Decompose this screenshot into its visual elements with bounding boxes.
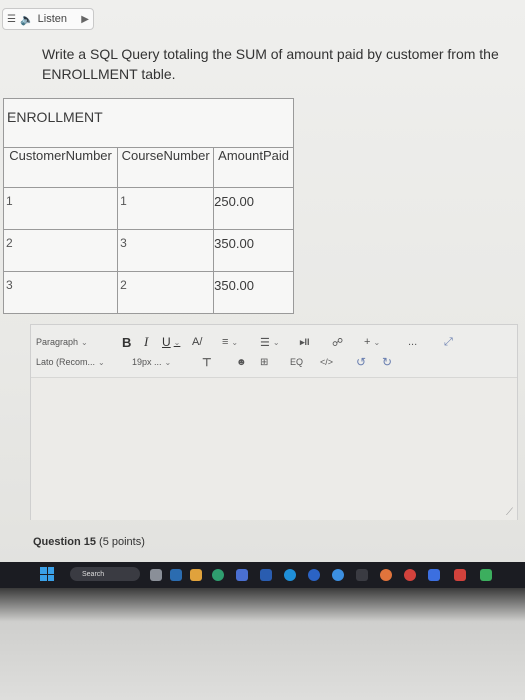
chevron-down-icon: ⌄ <box>98 357 105 367</box>
app-icon[interactable] <box>404 569 416 581</box>
chevron-down-icon: ⌄ <box>173 337 181 347</box>
table-header-row: CustomerNumber CourseNumber AmountPaid <box>2 147 294 188</box>
app-icon[interactable] <box>284 569 296 581</box>
expand-icon[interactable]: ⤢ <box>444 336 453 349</box>
table-row: 3 2 350.00 <box>2 271 294 314</box>
app-icon[interactable] <box>428 569 440 581</box>
mail-icon[interactable] <box>260 569 272 581</box>
chevron-down-icon: ⌄ <box>164 357 172 367</box>
resize-handle-icon[interactable]: ⟋ <box>506 507 513 518</box>
equation-icon[interactable]: EQ <box>290 357 303 367</box>
column-header: AmountPaid <box>213 147 294 188</box>
editor-toolbar-row-2: Lato (Recom... ⌄ 19px ... ⌄ ⊤ ☻ ⊞ EQ </> ↺… <box>36 351 514 373</box>
table-cell: 1 <box>2 187 119 230</box>
app-icon[interactable] <box>332 569 344 581</box>
menu-icon: ☰ <box>7 13 16 25</box>
table-cell: 3 <box>2 271 119 314</box>
file-explorer-icon[interactable] <box>190 569 202 581</box>
app-icon[interactable] <box>454 569 466 581</box>
table-cell: 350.00 <box>213 229 294 272</box>
align-icon[interactable]: ≡ ⌄ <box>222 336 238 348</box>
table-cell: 350.00 <box>213 271 294 314</box>
column-header: CourseNumber <box>117 147 215 188</box>
chevron-down-icon: ⌄ <box>81 337 88 347</box>
insert-plus-button[interactable]: + ⌄ <box>364 336 380 348</box>
text-color-icon[interactable]: A/ <box>192 336 202 348</box>
answer-text-area[interactable]: ⟋ <box>31 377 517 520</box>
listen-button[interactable]: ☰ 🔈 Listen ▶ <box>2 8 94 30</box>
windows-start-icon[interactable] <box>40 567 54 581</box>
task-view-icon[interactable] <box>150 569 162 581</box>
question-text: Write a SQL Query totaling the SUM of am… <box>42 46 499 82</box>
quiz-page: ☰ 🔈 Listen ▶ Write a SQL Query totaling … <box>0 0 525 568</box>
app-icon[interactable] <box>308 569 320 581</box>
table-row: 1 1 250.00 <box>2 187 294 230</box>
redo-icon[interactable]: ↻ <box>382 355 392 369</box>
enrollment-table: ENROLLMENT CustomerNumber CourseNumber A… <box>2 98 294 314</box>
bold-button[interactable]: B <box>122 335 131 350</box>
store-icon[interactable] <box>236 569 248 581</box>
editor-toolbar-row-1: Paragraph ⌄ B I U ⌄ A/ ≡ ⌄ ☰ ⌄ ▸II ☍ + ⌄ ... … <box>36 331 514 353</box>
emoji-icon[interactable]: ☻ <box>236 357 247 368</box>
table-cell: 250.00 <box>213 187 294 230</box>
edge-icon[interactable] <box>212 569 224 581</box>
list-icon[interactable]: ☰ ⌄ <box>260 336 280 349</box>
format-painter-icon[interactable]: ⊤ <box>202 356 212 369</box>
paragraph-dropdown[interactable]: Paragraph ⌄ <box>36 337 88 347</box>
laptop-bezel <box>0 588 525 700</box>
table-icon[interactable]: ⊞ <box>260 357 268 368</box>
question-number: Question 15 (5 points) <box>33 536 145 548</box>
undo-icon[interactable]: ↺ <box>356 355 366 369</box>
font-size-dropdown[interactable]: 19px ... ⌄ <box>132 357 171 367</box>
play-icon[interactable]: ▶ <box>81 14 89 25</box>
table-row: 2 3 350.00 <box>2 229 294 272</box>
more-options-button[interactable]: ... <box>408 336 417 348</box>
app-icon[interactable] <box>356 569 368 581</box>
rich-text-editor: Paragraph ⌄ B I U ⌄ A/ ≡ ⌄ ☰ ⌄ ▸II ☍ + ⌄ ... … <box>30 324 518 520</box>
table-cell: 1 <box>117 187 215 230</box>
app-icon[interactable] <box>480 569 492 581</box>
font-family-dropdown[interactable]: Lato (Recom... ⌄ <box>36 357 105 367</box>
code-button[interactable]: </> <box>320 357 333 367</box>
link-icon[interactable]: ☍ <box>332 336 343 349</box>
taskbar-search[interactable]: Search <box>70 567 140 581</box>
speaker-icon: 🔈 <box>19 13 34 26</box>
underline-button[interactable]: U ⌄ <box>162 335 180 349</box>
app-icon[interactable] <box>170 569 182 581</box>
table-cell: 2 <box>117 271 215 314</box>
italic-button[interactable]: I <box>144 334 148 350</box>
media-icon[interactable]: ▸II <box>300 337 310 348</box>
table-title: ENROLLMENT <box>3 98 294 148</box>
listen-label: Listen <box>37 13 68 25</box>
table-cell: 2 <box>2 229 119 272</box>
table-cell: 3 <box>117 229 215 272</box>
app-icon[interactable] <box>380 569 392 581</box>
column-header: CustomerNumber <box>2 147 119 188</box>
